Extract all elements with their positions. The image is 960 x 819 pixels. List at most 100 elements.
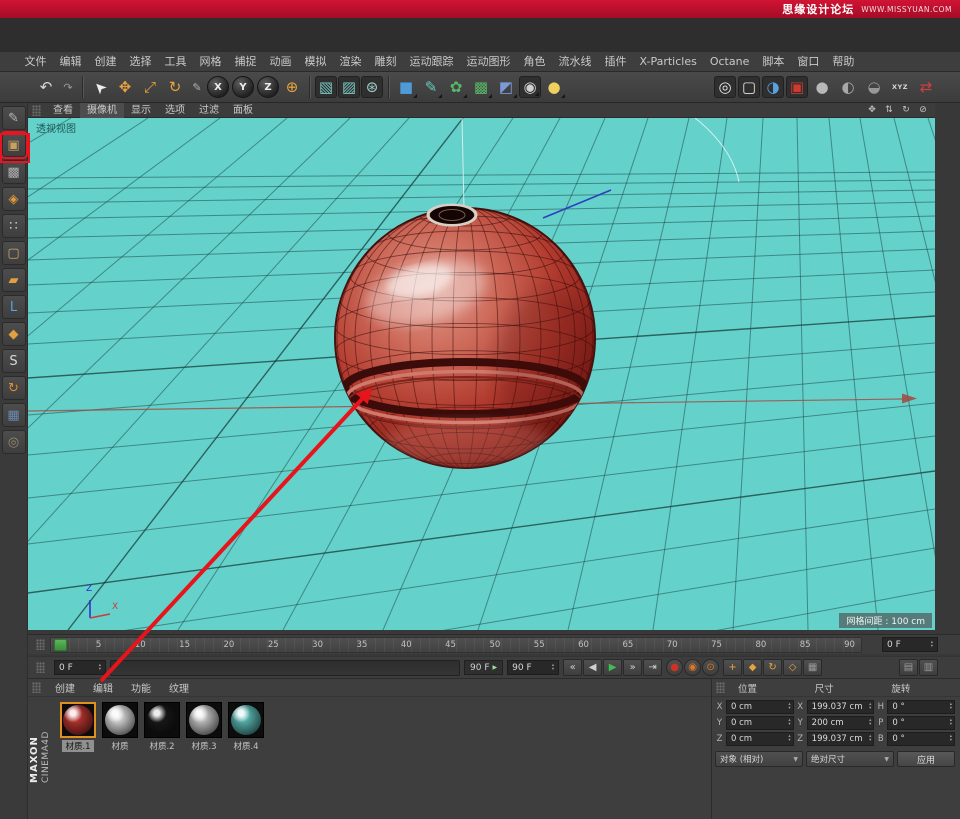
viewport-menu-item[interactable]: 查看: [46, 103, 80, 118]
timeline-ruler[interactable]: 051015202530354045505560657075808590: [50, 637, 862, 653]
autokey-button[interactable]: ⊙: [702, 659, 719, 676]
menu-item[interactable]: 脚本: [756, 52, 791, 72]
magnet-tool-icon[interactable]: ↻: [2, 376, 26, 400]
render-view-icon[interactable]: ▧: [315, 76, 337, 98]
menu-item[interactable]: 文件: [18, 52, 53, 72]
scale-tool-icon[interactable]: ⤢: [138, 75, 162, 99]
material-menu-item[interactable]: 编辑: [84, 680, 122, 695]
menu-item[interactable]: 帮助: [826, 52, 861, 72]
key-position-button[interactable]: +: [723, 659, 742, 676]
rotate-tool-icon[interactable]: ↻: [163, 75, 187, 99]
rotate-view-icon[interactable]: ↻: [899, 104, 913, 117]
recent-tool-icon[interactable]: ✎: [188, 75, 206, 99]
add-camera-icon[interactable]: ◉: [519, 76, 541, 98]
menu-item[interactable]: 编辑: [53, 52, 88, 72]
goto-start-button[interactable]: «: [563, 659, 582, 676]
zoom-view-icon[interactable]: ⇅: [882, 104, 896, 117]
panel-grip[interactable]: [36, 662, 45, 673]
material-item[interactable]: 材质.2: [142, 702, 182, 752]
workplane-toggle-icon[interactable]: ⇄: [914, 75, 938, 99]
menu-item[interactable]: 选择: [123, 52, 158, 72]
position-field[interactable]: 0 cm ▴▾: [726, 732, 794, 746]
solo-mode-icon[interactable]: ▢: [738, 76, 760, 98]
coord-system-icon[interactable]: ⊕: [280, 75, 304, 99]
lock-y-button[interactable]: Y: [232, 76, 254, 98]
menu-item[interactable]: 渲染: [333, 52, 368, 72]
viewport-menu-item[interactable]: 摄像机: [80, 103, 124, 118]
rotation-field[interactable]: 0 ° ▴▾: [887, 700, 955, 714]
stepper-icon[interactable]: ▴▾: [869, 703, 871, 710]
gouraud-sphere-icon[interactable]: ●: [810, 75, 834, 99]
menu-item[interactable]: 网格: [193, 52, 228, 72]
timeline-palette-icon[interactable]: ▤: [899, 659, 918, 676]
size-field[interactable]: 199.037 cm ▴▾: [807, 732, 875, 746]
menu-item[interactable]: 运动跟踪: [403, 52, 460, 72]
enable-axis-icon[interactable]: ◆: [2, 322, 26, 346]
add-light-icon[interactable]: ●: [542, 75, 566, 99]
material-item[interactable]: 材质.4: [226, 702, 266, 752]
edges-mode-icon[interactable]: ▢: [2, 241, 26, 265]
quantize-icon[interactable]: ◎: [2, 430, 26, 454]
rotation-field[interactable]: 0 ° ▴▾: [887, 716, 955, 730]
key-scale-button[interactable]: ◆: [743, 659, 762, 676]
stepper-icon[interactable]: ▴▾: [931, 641, 933, 648]
menu-item[interactable]: X-Particles: [633, 52, 703, 72]
size-field[interactable]: 199.037 cm ▴▾: [807, 700, 875, 714]
size-field[interactable]: 200 cm ▴▾: [807, 716, 875, 730]
lock-z-button[interactable]: Z: [257, 76, 279, 98]
menu-item[interactable]: 窗口: [791, 52, 826, 72]
menu-item[interactable]: 工具: [158, 52, 193, 72]
play-button[interactable]: ▶: [603, 659, 622, 676]
goto-end-button[interactable]: ⇥: [643, 659, 662, 676]
stepper-icon[interactable]: ▴▾: [950, 703, 952, 710]
apply-button[interactable]: 应用: [897, 751, 955, 767]
add-spline-pen-icon[interactable]: ✎: [419, 75, 443, 99]
next-key-button[interactable]: »: [623, 659, 642, 676]
stepper-icon[interactable]: ▴▾: [552, 664, 554, 671]
stepper-icon[interactable]: ▴▾: [869, 719, 871, 726]
menu-item[interactable]: 创建: [88, 52, 123, 72]
sphere-object[interactable]: [335, 205, 606, 471]
pan-view-icon[interactable]: ✥: [865, 104, 879, 117]
render-region-icon[interactable]: ◎: [714, 76, 736, 98]
panel-grip[interactable]: [36, 639, 45, 650]
position-field[interactable]: 0 cm ▴▾: [726, 716, 794, 730]
lock-x-button[interactable]: X: [207, 76, 229, 98]
render-picture-viewer-icon[interactable]: ▨: [338, 76, 360, 98]
range-start-field[interactable]: 0 F ▴▾: [54, 660, 106, 675]
add-field-icon[interactable]: ◩: [494, 75, 518, 99]
toggle-view-icon[interactable]: ⊘: [916, 104, 930, 117]
workplane-lock-icon[interactable]: ▦: [2, 403, 26, 427]
display-mode-icon[interactable]: ◑: [762, 76, 784, 98]
viewport-menu-item[interactable]: 选项: [158, 103, 192, 118]
record-button[interactable]: ●: [666, 659, 683, 676]
move-tool-icon[interactable]: ✥: [113, 75, 137, 99]
menu-item[interactable]: 流水线: [552, 52, 598, 72]
key-rotation-button[interactable]: ↻: [763, 659, 782, 676]
timeline-marker[interactable]: [54, 639, 67, 651]
snap-settings-icon[interactable]: S: [2, 349, 26, 373]
stepper-icon[interactable]: ▴▾: [869, 735, 871, 742]
stepper-icon[interactable]: ▴▾: [788, 735, 790, 742]
previous-key-button[interactable]: ◀: [583, 659, 602, 676]
wireframe-sphere-icon[interactable]: ◐: [836, 75, 860, 99]
xyz-axis-icon[interactable]: XYZ: [888, 75, 912, 99]
render-settings-icon[interactable]: ⊛: [361, 76, 383, 98]
interactive-render-icon[interactable]: ▣: [786, 76, 808, 98]
current-frame-field[interactable]: 0 F ▴▾: [882, 637, 938, 652]
add-mograph-icon[interactable]: ✿: [444, 75, 468, 99]
viewport-menu-item[interactable]: 过滤: [192, 103, 226, 118]
live-selection-icon[interactable]: ➤: [88, 75, 112, 99]
timeline-range-slider[interactable]: [110, 660, 460, 676]
menu-item[interactable]: 雕刻: [368, 52, 403, 72]
material-menu-item[interactable]: 纹理: [160, 680, 198, 695]
stepper-icon[interactable]: ▴▾: [788, 703, 790, 710]
model-mode-icon[interactable]: ▣: [2, 133, 26, 157]
key-parameter-button[interactable]: ◇: [783, 659, 802, 676]
add-subdivision-icon[interactable]: ▩: [469, 75, 493, 99]
key-pla-button[interactable]: ▦: [803, 659, 822, 676]
workplane-mode-icon[interactable]: ◈: [2, 187, 26, 211]
stepper-icon[interactable]: ▴▾: [99, 664, 101, 671]
stepper-icon[interactable]: ▴▾: [950, 719, 952, 726]
add-cube-icon[interactable]: ■: [394, 75, 418, 99]
